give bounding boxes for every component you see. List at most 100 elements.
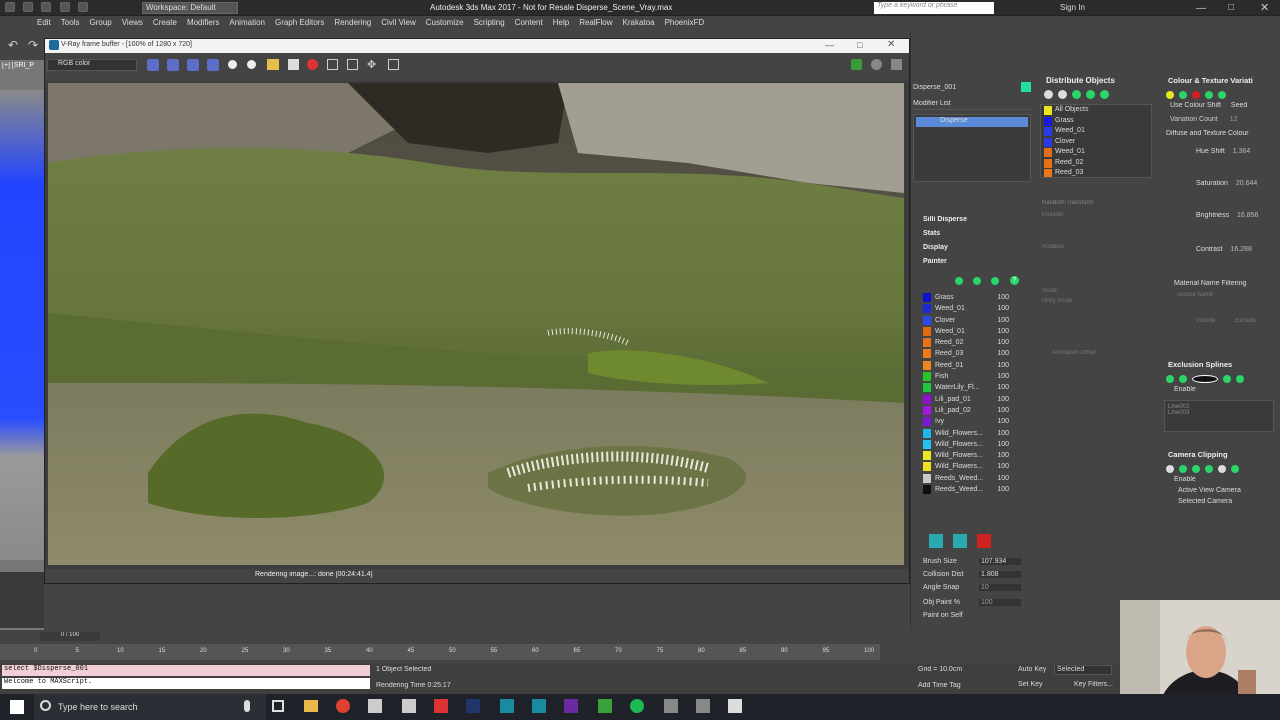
menu-item[interactable]: Group xyxy=(84,16,116,29)
painter-list-item[interactable]: Lili_pad_02 100 xyxy=(917,405,1029,416)
select-none-icon[interactable] xyxy=(1058,90,1067,100)
3dsmax-icon[interactable] xyxy=(500,699,514,713)
microphone-icon[interactable] xyxy=(244,700,250,712)
painter-list-item[interactable]: Reeds_Weed... 100 xyxy=(917,484,1029,495)
painter-list-item[interactable]: Lili_pad_01 100 xyxy=(917,394,1029,405)
move-camera-icon[interactable] xyxy=(1205,464,1213,473)
obj-paint-spinner[interactable]: 100 xyxy=(979,599,1021,606)
chrome-icon[interactable] xyxy=(336,699,350,713)
contrast[interactable]: Contrast 16.288 xyxy=(1160,246,1278,280)
help-icon[interactable] xyxy=(1100,90,1109,100)
viewport-label[interactable]: [+] [SRI_P xyxy=(2,62,34,69)
painter-list-item[interactable]: Reed_01 100 xyxy=(917,360,1029,371)
visual-studio-icon[interactable] xyxy=(564,699,578,713)
painter-item-value[interactable]: 100 xyxy=(997,428,1009,439)
file-explorer-icon[interactable] xyxy=(304,700,318,712)
track-bar[interactable]: 0 5 10 15 20 25 30 35 40 45 50 55 60 65 70 75 80 85 90 95 10… xyxy=(0,644,880,660)
new-file-icon[interactable] xyxy=(5,2,15,12)
exclusion-list-item[interactable]: Line003 xyxy=(1168,410,1270,416)
menu-item[interactable]: Modifiers xyxy=(182,16,224,29)
painter-item-value[interactable]: 100 xyxy=(997,439,1009,450)
exclusion-enable-checkbox[interactable]: Enable xyxy=(1160,386,1278,398)
viewport[interactable]: [+] [SRI_P xyxy=(0,60,44,630)
painter-item-value[interactable]: 100 xyxy=(997,315,1009,326)
help-icon[interactable] xyxy=(1231,464,1239,473)
alpha-icon[interactable] xyxy=(228,60,237,69)
painter-item-value[interactable]: 100 xyxy=(997,450,1009,461)
menu-item[interactable]: Help xyxy=(548,16,574,29)
help-icon[interactable] xyxy=(1218,90,1226,99)
material-name-filtering[interactable]: Material Name Filtering xyxy=(1160,280,1278,292)
selected-camera-radio[interactable]: Selected Camera xyxy=(1160,498,1278,509)
painter-item-value[interactable]: 100 xyxy=(997,484,1009,495)
add-camera-icon[interactable] xyxy=(1179,464,1187,473)
brush-icon[interactable] xyxy=(929,534,943,548)
auto-key-button[interactable]: Auto Key xyxy=(1018,666,1046,673)
key-filters-button[interactable]: Key Filters... xyxy=(1074,681,1113,688)
menu-item[interactable]: Edit xyxy=(32,16,56,29)
rollout-stats[interactable]: Stats xyxy=(913,230,1031,244)
menu-item[interactable]: Customize xyxy=(421,16,469,29)
maxscript-listener-input[interactable]: select $Disperse_001 xyxy=(2,665,370,676)
history-icon[interactable] xyxy=(891,59,902,70)
frame-counter[interactable]: 0 / 100 xyxy=(40,632,100,641)
unify-scale-checkbox[interactable]: Unify Scale xyxy=(1034,298,1158,304)
vfb-close-icon[interactable]: ✕ xyxy=(887,39,895,50)
painter-item-value[interactable]: 100 xyxy=(997,473,1009,484)
rollout-display[interactable]: Display xyxy=(913,244,1031,258)
remove-icon[interactable] xyxy=(1192,90,1200,99)
pick-mode-icon[interactable] xyxy=(1192,374,1218,383)
painter-list-item[interactable]: Wild_Flowers... 100 xyxy=(917,461,1029,472)
painter-item-value[interactable]: 100 xyxy=(997,382,1009,393)
lens-effects-icon[interactable] xyxy=(388,59,399,70)
exclusion-spline-list[interactable]: Line002 Line003 xyxy=(1164,400,1274,432)
task-view-icon[interactable] xyxy=(272,700,284,712)
paint-on-self-checkbox[interactable]: Paint on Self xyxy=(923,612,963,619)
painter-list-item[interactable]: Reeds_Weed... 100 xyxy=(917,473,1029,484)
set-key-button[interactable]: Set Key xyxy=(1018,681,1043,688)
object-name-field[interactable]: Disperse_001 xyxy=(913,84,1023,94)
save-icon[interactable] xyxy=(41,2,52,12)
distribute-list-item[interactable]: Weed_01 xyxy=(1041,126,1151,137)
vfb-minimize-icon[interactable]: — xyxy=(825,40,834,50)
help-icon[interactable] xyxy=(1236,374,1244,383)
menu-item[interactable]: Tools xyxy=(56,16,85,29)
region-render-icon[interactable] xyxy=(327,59,338,70)
rendered-image[interactable] xyxy=(48,83,904,565)
help-icon[interactable]: ? xyxy=(1009,276,1019,286)
distribute-list-item[interactable]: Grass xyxy=(1041,116,1151,127)
save-image-icon[interactable] xyxy=(267,59,279,70)
painter-list-item[interactable]: Weed_01 100 xyxy=(917,326,1029,337)
painter-list-item[interactable]: WaterLily_Fl... 100 xyxy=(917,382,1029,393)
painter-item-value[interactable]: 100 xyxy=(997,405,1009,416)
add-spline-icon[interactable] xyxy=(1166,374,1174,383)
painter-item-value[interactable]: 100 xyxy=(997,348,1009,359)
delete-brush-icon[interactable] xyxy=(977,534,992,548)
pick-spline-icon[interactable] xyxy=(1179,374,1187,383)
painter-item-value[interactable]: 100 xyxy=(997,326,1009,337)
painter-list-item[interactable]: Weed_01 100 xyxy=(917,303,1029,314)
painter-list-item[interactable]: Fish 100 xyxy=(917,371,1029,382)
clear-icon[interactable] xyxy=(1218,464,1226,473)
menu-item[interactable]: PhoenixFD xyxy=(660,16,710,29)
remove-object-icon[interactable] xyxy=(1086,90,1095,100)
menu-item[interactable]: Krakatoa xyxy=(618,16,660,29)
distribute-object-list[interactable]: All Objects Grass Weed_01 Clover Weed_01 Reed… xyxy=(1040,104,1152,178)
app-icon[interactable] xyxy=(402,699,416,713)
mono-channel-icon[interactable] xyxy=(207,59,219,71)
modifier-stack-item[interactable]: Disperse xyxy=(916,117,1028,127)
pick-camera-icon[interactable] xyxy=(1192,464,1200,473)
distribute-list-item[interactable]: Reed_02 xyxy=(1041,158,1151,169)
vray-frame-buffer[interactable]: V-Ray frame buffer - [100% of 1280 x 720… xyxy=(44,38,910,584)
clear-image-icon[interactable] xyxy=(288,59,299,70)
menu-item[interactable]: Rendering xyxy=(329,16,376,29)
search-input[interactable]: Type a keyword or phrase xyxy=(874,2,994,14)
menu-item[interactable]: Scripting xyxy=(469,16,510,29)
painter-list-item[interactable]: Clover 100 xyxy=(917,315,1029,326)
selected-dropdown[interactable]: Selected xyxy=(1054,665,1112,675)
menu-item[interactable]: RealFlow xyxy=(574,16,617,29)
menu-item[interactable]: Animation xyxy=(224,16,270,29)
yellow-icon[interactable] xyxy=(1166,90,1174,99)
painter-item-value[interactable]: 100 xyxy=(997,360,1009,371)
stop-render-icon[interactable] xyxy=(307,59,318,70)
